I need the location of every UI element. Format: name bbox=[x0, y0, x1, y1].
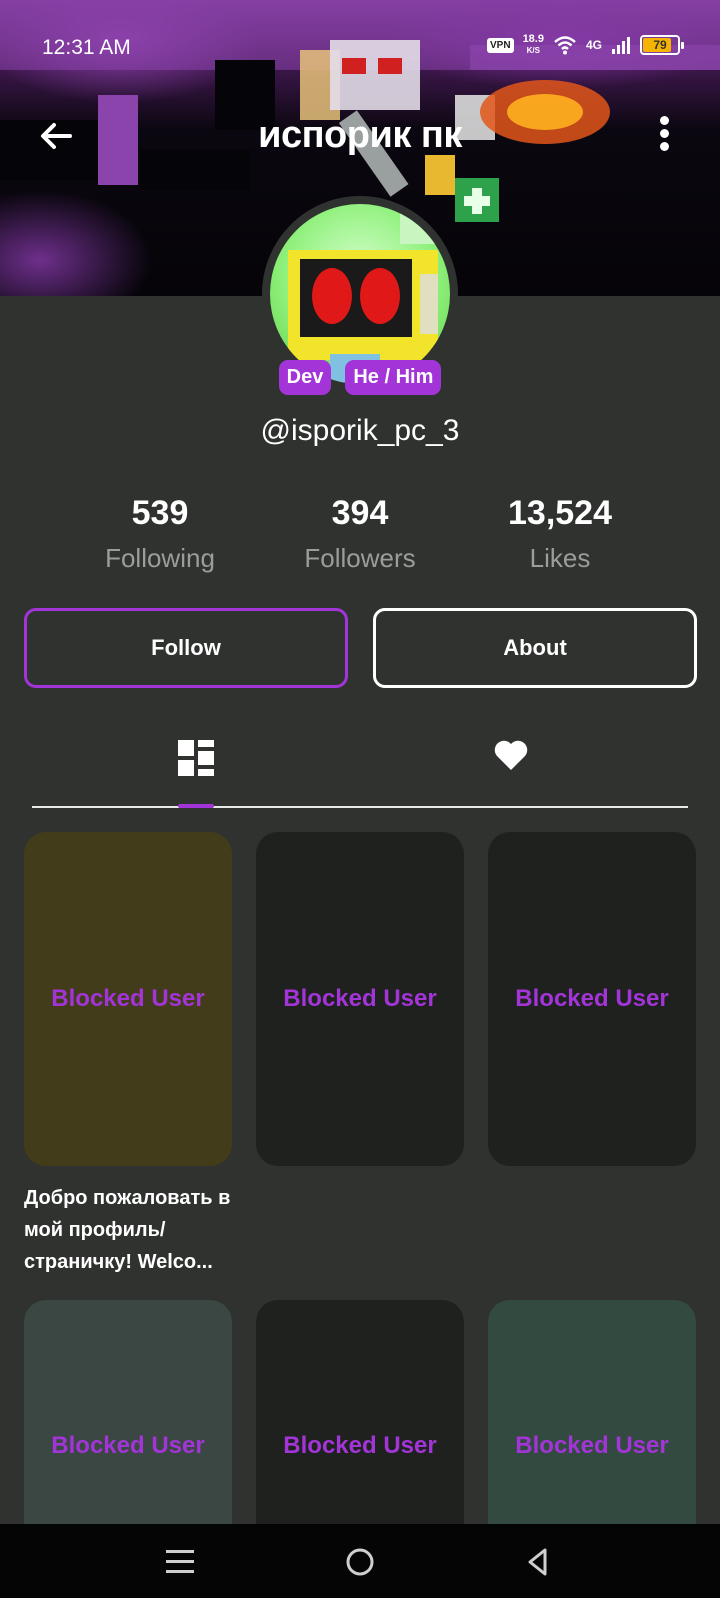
heart-icon bbox=[494, 740, 528, 770]
stat-value: 394 bbox=[331, 494, 389, 532]
about-button[interactable]: About bbox=[373, 608, 697, 688]
avatar-image bbox=[270, 204, 450, 384]
signal-icon bbox=[612, 37, 630, 54]
post-card[interactable]: Blocked User bbox=[256, 832, 464, 1166]
stat-label: Following bbox=[105, 543, 215, 573]
username-handle: @isporik_pc_3 bbox=[260, 414, 460, 447]
tab-posts[interactable] bbox=[178, 738, 238, 798]
home-button[interactable] bbox=[342, 1544, 378, 1580]
stat-label: Likes bbox=[529, 543, 591, 573]
post-card[interactable]: Blocked User bbox=[488, 832, 696, 1166]
profile-stats: 539 Following 394 Followers 13,524 Likes bbox=[60, 494, 660, 574]
recent-apps-button[interactable] bbox=[162, 1544, 198, 1580]
back-triangle-icon bbox=[528, 1548, 547, 1576]
battery-level: 79 bbox=[653, 38, 667, 52]
battery-icon: 79 bbox=[640, 35, 684, 55]
stat-followers[interactable]: 394 Followers bbox=[260, 494, 460, 574]
robot-avatar-art bbox=[288, 204, 450, 384]
page-title: испорик пк bbox=[258, 114, 462, 156]
system-back-button[interactable] bbox=[520, 1544, 556, 1580]
blocked-user-label: Blocked User bbox=[515, 1432, 669, 1459]
pronouns-badge: He / Him bbox=[345, 360, 442, 395]
post-caption[interactable]: Добро пожаловать в мой профиль/страничку… bbox=[24, 1182, 240, 1278]
blocked-user-label: Blocked User bbox=[283, 985, 437, 1012]
active-tab-indicator bbox=[178, 804, 214, 808]
stat-likes: 13,524 Likes bbox=[460, 494, 660, 574]
stat-label: Followers bbox=[304, 543, 416, 573]
more-options-button[interactable] bbox=[658, 116, 670, 156]
wifi-icon bbox=[554, 36, 576, 55]
status-time: 12:31 AM bbox=[42, 36, 131, 59]
stat-value: 539 bbox=[131, 494, 189, 532]
blocked-user-label: Blocked User bbox=[51, 1432, 205, 1459]
content-tabs bbox=[32, 718, 688, 808]
more-vertical-icon bbox=[658, 116, 670, 151]
post-card[interactable]: Blocked User bbox=[24, 832, 232, 1166]
profile-badges: Dev He / Him bbox=[0, 360, 720, 395]
blocked-user-label: Blocked User bbox=[283, 1432, 437, 1459]
profile-header: испорик пк bbox=[0, 100, 720, 170]
stat-following[interactable]: 539 Following bbox=[60, 494, 260, 574]
network-speed-unit: K/S bbox=[526, 46, 540, 55]
blocked-user-label: Blocked User bbox=[51, 985, 205, 1012]
grid-layout-icon bbox=[178, 740, 214, 776]
tab-liked[interactable] bbox=[493, 738, 553, 798]
role-badge: Dev bbox=[278, 360, 332, 395]
vpn-indicator: VPN bbox=[487, 37, 514, 53]
home-circle-icon bbox=[346, 1548, 374, 1576]
network-speed-value: 18.9 bbox=[522, 33, 544, 45]
stat-value: 13,524 bbox=[508, 494, 612, 532]
system-navigation-bar bbox=[0, 1524, 720, 1598]
network-type: 4G bbox=[585, 38, 602, 52]
network-speed: 18.9 K/S bbox=[523, 34, 544, 56]
menu-icon bbox=[166, 1550, 194, 1573]
status-bar: 12:31 AM VPN 18.9 K/S 4G 79 bbox=[0, 0, 720, 80]
blocked-user-label: Blocked User bbox=[515, 985, 669, 1012]
follow-button[interactable]: Follow bbox=[24, 608, 348, 688]
status-icons: VPN 18.9 K/S 4G 79 bbox=[487, 34, 684, 56]
